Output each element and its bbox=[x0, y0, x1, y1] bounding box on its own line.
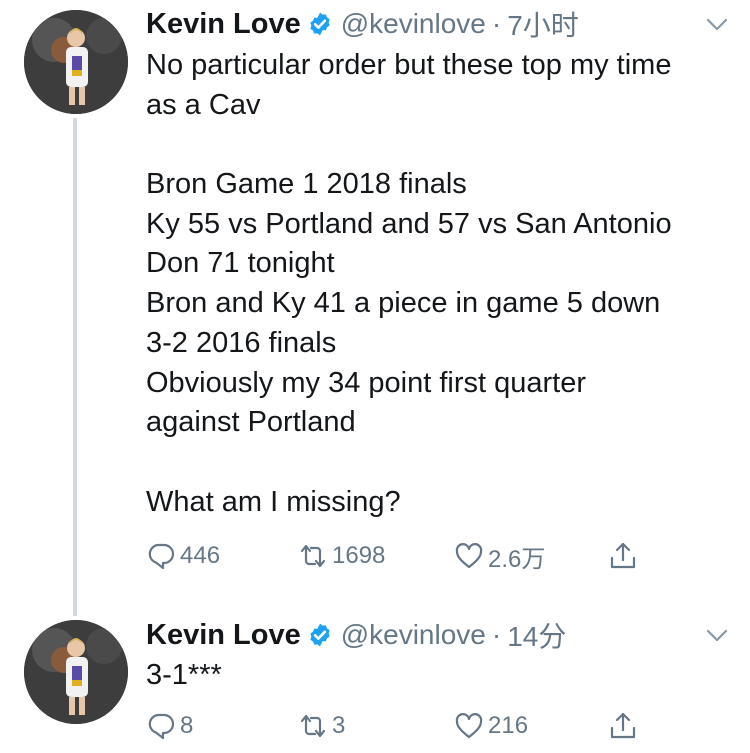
avatar[interactable] bbox=[24, 10, 128, 114]
tweet[interactable]: Kevin Love @kevinlove · 14分 3-1*** 8 3 2… bbox=[0, 612, 750, 753]
separator-dot: · bbox=[491, 619, 502, 650]
tweet-text-line: What am I missing? bbox=[146, 485, 401, 518]
reply-count: 8 bbox=[180, 712, 194, 739]
verified-badge-icon bbox=[310, 12, 330, 36]
tweet-header: Kevin Love @kevinlove · 14分 bbox=[146, 615, 566, 655]
tweet-header: Kevin Love @kevinlove · 7小时 bbox=[146, 4, 579, 44]
thread-line bbox=[73, 118, 77, 616]
tweet-text-line: 3-2 2016 finals bbox=[146, 326, 337, 359]
retweet-count: 1698 bbox=[332, 542, 386, 569]
verified-badge-icon bbox=[310, 623, 330, 647]
author-name[interactable]: Kevin Love bbox=[146, 619, 301, 652]
author-name[interactable]: Kevin Love bbox=[146, 8, 301, 41]
avatar-image bbox=[24, 10, 128, 114]
tweet-text-line: Obviously my 34 point first quarter bbox=[146, 366, 587, 399]
tweet-text: 3-1*** bbox=[146, 656, 730, 696]
action-bar: 8 3 216 bbox=[146, 708, 646, 744]
share-icon bbox=[610, 712, 636, 739]
like-button[interactable]: 2.6万 bbox=[454, 538, 545, 574]
reply-button[interactable]: 446 bbox=[146, 538, 220, 574]
separator-dot: · bbox=[491, 8, 502, 39]
retweet-count: 3 bbox=[332, 712, 346, 739]
reply-count: 446 bbox=[180, 542, 221, 569]
tweet-text-line: 3-1*** bbox=[146, 659, 222, 691]
tweet-text-line: No particular order but these top my tim… bbox=[146, 49, 672, 81]
like-count: 216 bbox=[488, 712, 529, 739]
chevron-down-icon[interactable] bbox=[706, 629, 728, 643]
share-button[interactable] bbox=[608, 708, 642, 744]
avatar-image bbox=[24, 620, 128, 724]
author-handle[interactable]: @kevinlove bbox=[341, 8, 486, 40]
tweet-text-line: Don 71 tonight bbox=[146, 247, 335, 280]
like-count: 2.6万 bbox=[488, 545, 546, 573]
retweet-icon bbox=[300, 544, 326, 568]
like-button[interactable]: 216 bbox=[454, 708, 528, 744]
retweet-button[interactable]: 1698 bbox=[298, 538, 385, 574]
share-icon bbox=[610, 542, 636, 569]
heart-icon bbox=[455, 543, 483, 569]
author-handle[interactable]: @kevinlove bbox=[341, 619, 486, 651]
share-button[interactable] bbox=[608, 538, 642, 574]
action-bar: 446 1698 2.6万 bbox=[146, 538, 646, 574]
tweet-text: No particular order but these top my tim… bbox=[146, 46, 730, 522]
timestamp[interactable]: 14分 bbox=[507, 615, 566, 655]
retweet-icon bbox=[300, 714, 326, 738]
reply-button[interactable]: 8 bbox=[146, 708, 193, 744]
tweet[interactable]: Kevin Love @kevinlove · 7小时 No particula… bbox=[0, 0, 750, 618]
tweet-text-line: against Portland bbox=[146, 406, 356, 439]
reply-icon bbox=[148, 543, 175, 570]
tweet-text-line: as a Cav bbox=[146, 88, 261, 121]
heart-icon bbox=[455, 713, 483, 739]
tweet-text-line: Ky 55 vs Portland and 57 vs San Antonio bbox=[146, 207, 672, 240]
chevron-down-icon[interactable] bbox=[706, 18, 728, 32]
avatar[interactable] bbox=[24, 620, 128, 724]
timestamp[interactable]: 7小时 bbox=[507, 4, 579, 44]
reply-icon bbox=[148, 713, 175, 740]
retweet-button[interactable]: 3 bbox=[298, 708, 345, 744]
tweet-text-line: Bron and Ky 41 a piece in game 5 down bbox=[146, 287, 661, 320]
tweet-text-line: Bron Game 1 2018 finals bbox=[146, 168, 467, 201]
